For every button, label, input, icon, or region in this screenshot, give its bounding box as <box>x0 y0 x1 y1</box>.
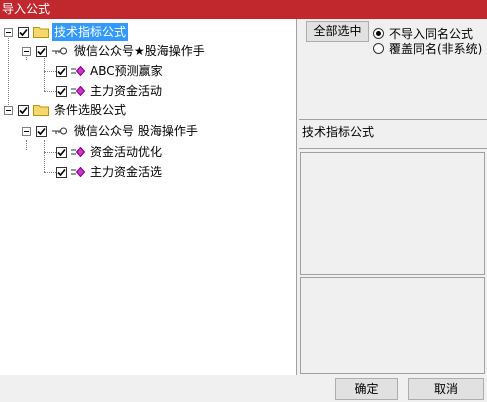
formula-tree[interactable]: 技术指标公式 微信公众号★股海操作手 ABC预测赢家 主力资金活动 条件选股公式… <box>0 19 297 375</box>
description-panel <box>300 152 485 275</box>
radio-button[interactable] <box>373 28 384 39</box>
tree-subgroup[interactable]: 微信公众号 股海操作手 <box>22 122 200 140</box>
key-icon <box>52 47 67 55</box>
window-title: 导入公式 <box>0 0 487 19</box>
tree-line <box>8 32 9 109</box>
item-checkbox[interactable] <box>56 166 67 178</box>
item-checkbox[interactable] <box>56 65 67 77</box>
tree-line <box>44 140 45 172</box>
collapse-icon[interactable] <box>22 126 31 136</box>
tree-group-label[interactable]: 技术指标公式 <box>52 23 129 41</box>
tree-line <box>44 91 56 92</box>
tree-subgroup-label[interactable]: 微信公众号 股海操作手 <box>72 122 200 140</box>
formula-type-label: 技术指标公式 <box>302 125 375 139</box>
radio-button[interactable] <box>373 43 384 54</box>
key-icon <box>52 127 67 135</box>
tree-item[interactable]: ABC预测赢家 <box>56 62 165 80</box>
group-checkbox[interactable] <box>18 26 29 38</box>
tree-item-label[interactable]: 主力资金活动 <box>88 82 164 100</box>
tree-line <box>44 71 56 72</box>
cancel-button[interactable]: 取消 <box>408 378 484 400</box>
tree-item-label[interactable]: 主力资金活选 <box>88 163 164 181</box>
tree-line <box>44 172 56 173</box>
tree-item-label[interactable]: 资金活动优化 <box>88 143 164 161</box>
subgroup-checkbox[interactable] <box>36 125 47 137</box>
tree-item[interactable]: 主力资金活选 <box>56 163 164 181</box>
folder-icon <box>33 105 49 116</box>
tree-item[interactable]: 资金活动优化 <box>56 143 164 161</box>
formula-diamond-icon <box>71 66 85 76</box>
radio-overwrite-same-name[interactable]: 覆盖同名(非系统) <box>373 40 482 57</box>
item-checkbox[interactable] <box>56 85 67 97</box>
tree-item-label[interactable]: ABC预测赢家 <box>88 62 165 80</box>
collapse-icon[interactable] <box>4 105 13 115</box>
collapse-icon[interactable] <box>22 46 31 56</box>
options-pane: 全部选中 不导入同名公式 覆盖同名(非系统) 技术指标公式 <box>298 19 487 375</box>
dialog-footer: 确定 取消 <box>0 375 487 402</box>
group-checkbox[interactable] <box>18 104 29 116</box>
tree-subgroup-label[interactable]: 微信公众号★股海操作手 <box>72 42 207 60</box>
item-checkbox[interactable] <box>56 146 67 158</box>
formula-diamond-icon <box>71 147 85 157</box>
collapse-icon[interactable] <box>4 27 13 37</box>
tree-group-label[interactable]: 条件选股公式 <box>52 101 128 119</box>
tree-item[interactable]: 主力资金活动 <box>56 82 164 100</box>
tree-group-technical[interactable]: 技术指标公式 <box>4 23 129 41</box>
ok-button[interactable]: 确定 <box>335 378 398 400</box>
formula-diamond-icon <box>71 86 85 96</box>
select-all-button[interactable]: 全部选中 <box>306 21 369 42</box>
tree-line <box>26 140 27 150</box>
tree-group-screening[interactable]: 条件选股公式 <box>4 101 128 119</box>
folder-icon <box>33 27 49 38</box>
formula-diamond-icon <box>71 167 85 177</box>
formula-type-panel: 技术指标公式 <box>299 119 487 149</box>
tree-line <box>44 152 56 153</box>
tree-subgroup[interactable]: 微信公众号★股海操作手 <box>22 42 207 60</box>
radio-label[interactable]: 覆盖同名(非系统) <box>389 40 482 57</box>
subgroup-checkbox[interactable] <box>36 45 47 57</box>
detail-panel <box>300 277 485 374</box>
